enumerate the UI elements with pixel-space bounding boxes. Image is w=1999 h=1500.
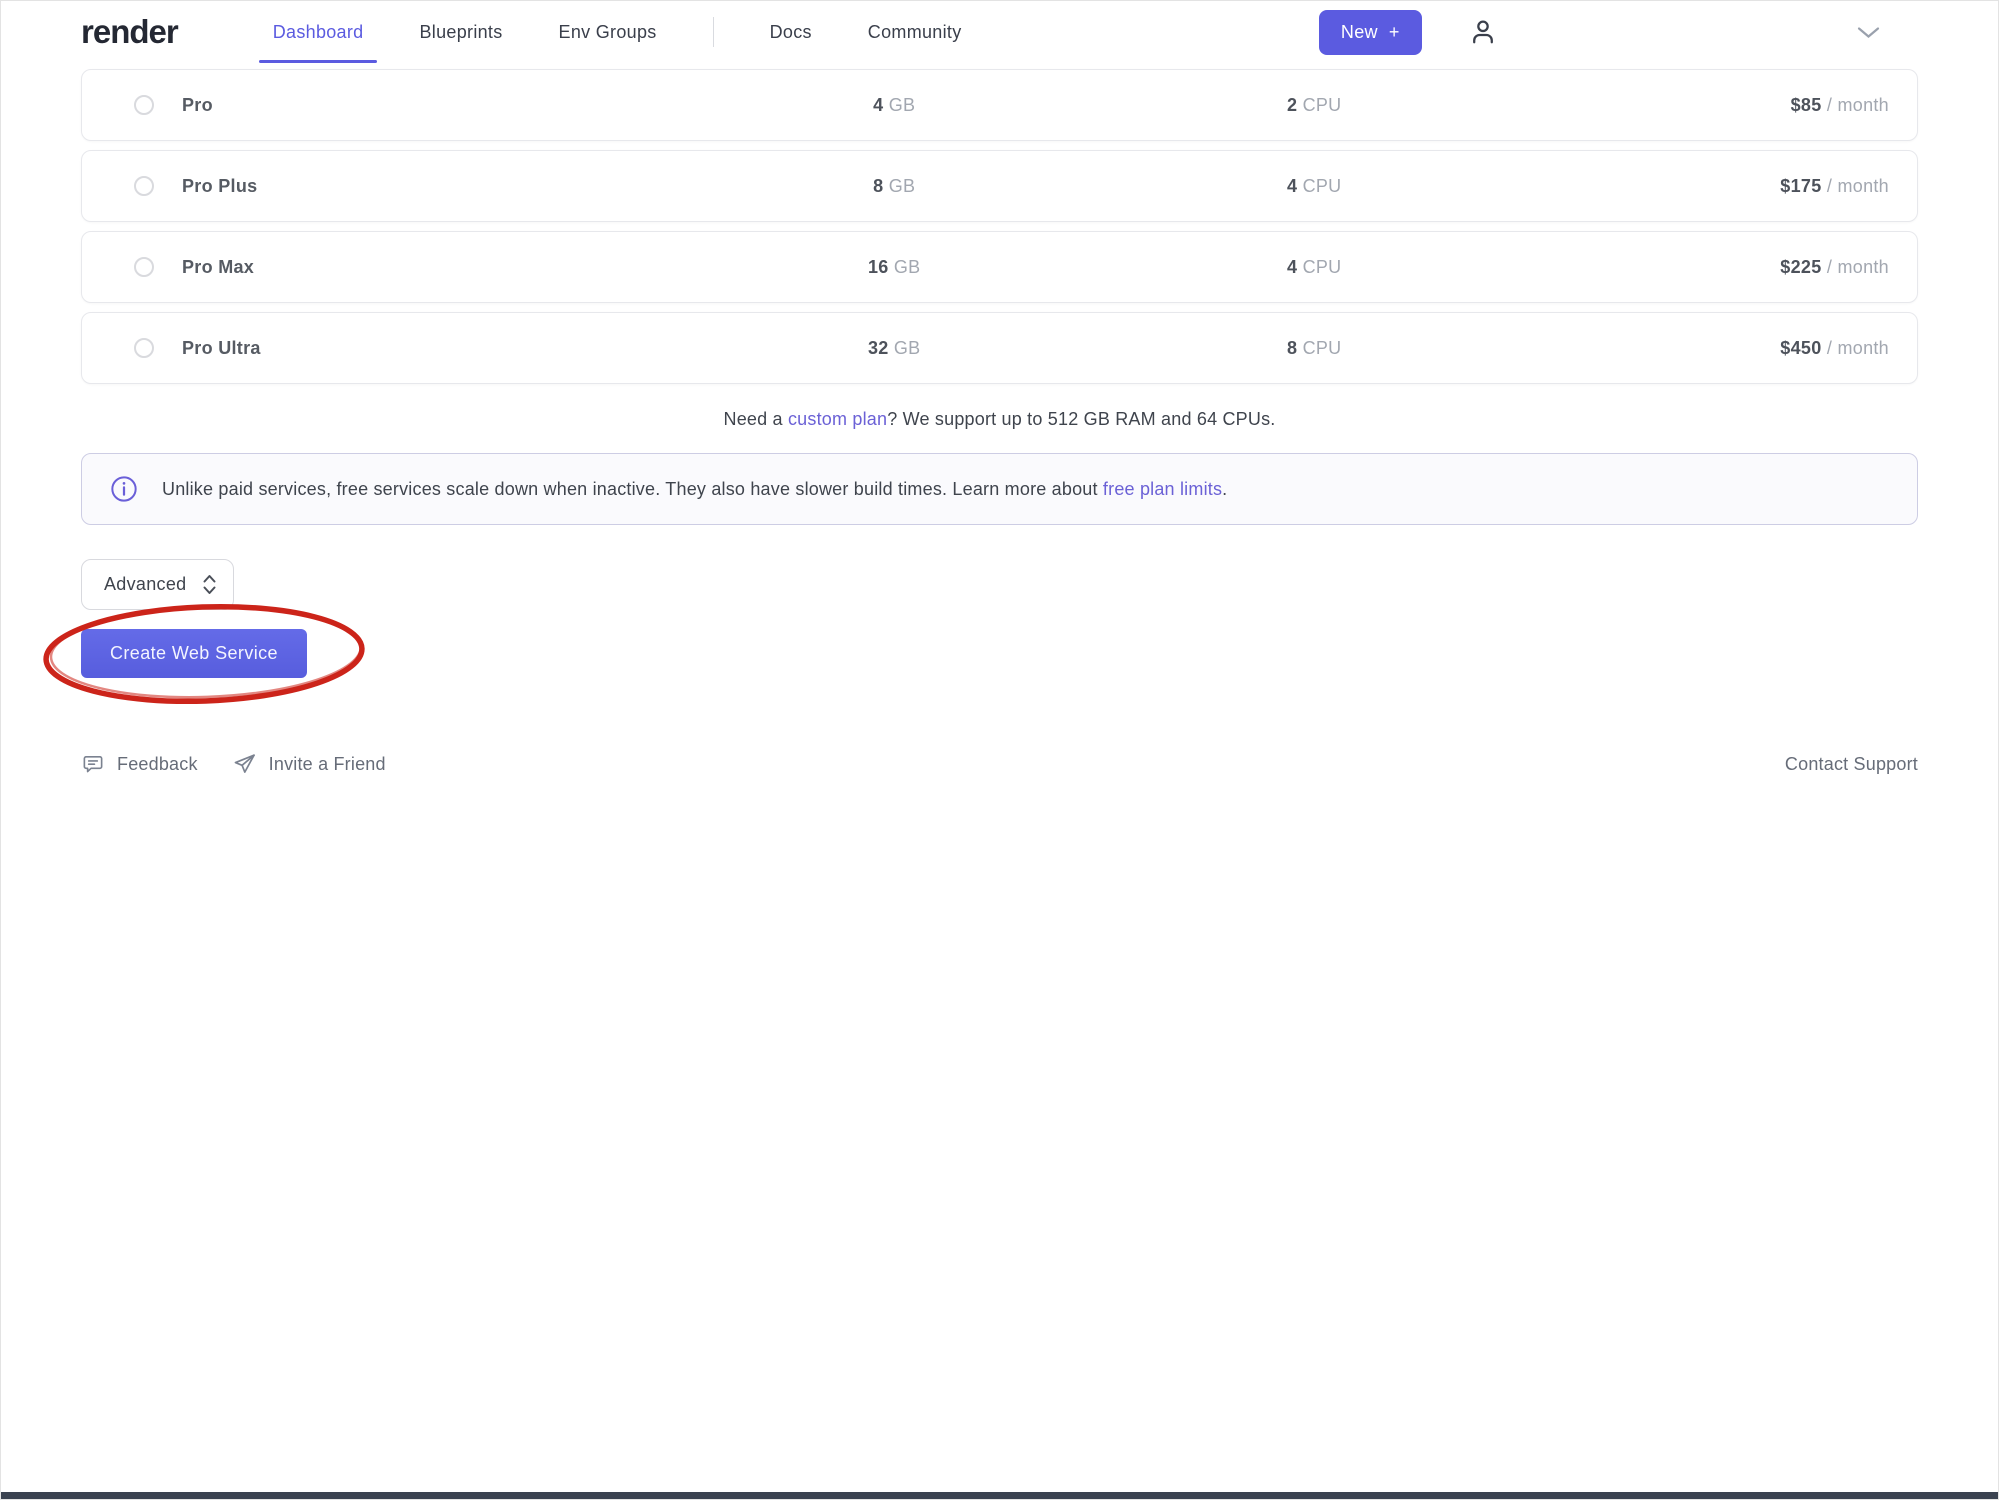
invite-friend-link[interactable]: Invite a Friend: [232, 752, 386, 776]
plan-ram: 4 GB: [684, 95, 1104, 116]
invite-friend-label: Invite a Friend: [269, 754, 386, 775]
plan-name: Pro Ultra: [154, 338, 684, 359]
app-window: render Dashboard Blueprints Env Groups D…: [0, 0, 1999, 1500]
primary-nav: Dashboard Blueprints Env Groups Docs Com…: [273, 1, 962, 63]
nav-env-groups[interactable]: Env Groups: [559, 1, 657, 63]
plan-list: Pro 4 GB 2 CPU $85 / month Pro Plus 8 GB…: [81, 69, 1918, 384]
nav-community[interactable]: Community: [868, 1, 962, 63]
render-logo[interactable]: render: [81, 13, 178, 51]
plan-radio-pro-plus[interactable]: [134, 176, 154, 196]
paper-plane-icon: [232, 752, 257, 776]
nav-docs[interactable]: Docs: [770, 1, 812, 63]
plan-ram: 16 GB: [684, 257, 1104, 278]
advanced-toggle[interactable]: Advanced: [81, 559, 234, 610]
plan-ram: 32 GB: [684, 338, 1104, 359]
banner-text: Unlike paid services, free services scal…: [162, 479, 1227, 500]
chevron-down-icon[interactable]: [1857, 26, 1886, 39]
plan-selection-content: Pro 4 GB 2 CPU $85 / month Pro Plus 8 GB…: [1, 63, 1998, 776]
free-plan-banner: Unlike paid services, free services scal…: [81, 453, 1918, 525]
advanced-label: Advanced: [104, 574, 186, 595]
info-icon: [110, 475, 138, 503]
banner-text-main: Unlike paid services, free services scal…: [162, 479, 1103, 499]
expand-collapse-icon: [202, 573, 217, 596]
plan-row-pro-max[interactable]: Pro Max 16 GB 4 CPU $225 / month: [81, 231, 1918, 303]
nav-divider: [713, 17, 714, 47]
custom-plan-note: Need a custom plan? We support up to 512…: [81, 409, 1918, 430]
plan-cpu: 4 CPU: [1104, 257, 1524, 278]
page-footer: Feedback Invite a Friend Contact Support: [81, 752, 1918, 776]
plan-row-pro-ultra[interactable]: Pro Ultra 32 GB 8 CPU $450 / month: [81, 312, 1918, 384]
footer-left-links: Feedback Invite a Friend: [81, 752, 386, 776]
plan-radio-pro-max[interactable]: [134, 257, 154, 277]
plan-row-pro-plus[interactable]: Pro Plus 8 GB 4 CPU $175 / month: [81, 150, 1918, 222]
feedback-link[interactable]: Feedback: [81, 753, 198, 776]
plan-name: Pro Max: [154, 257, 684, 278]
plan-price: $225 / month: [1524, 257, 1917, 278]
contact-support-link[interactable]: Contact Support: [1785, 754, 1918, 775]
new-button-label: New: [1341, 22, 1378, 43]
plan-name: Pro: [154, 95, 684, 116]
create-web-service-button[interactable]: Create Web Service: [81, 629, 307, 678]
free-plan-limits-link[interactable]: free plan limits: [1103, 479, 1222, 499]
custom-plan-link[interactable]: custom plan: [788, 409, 887, 429]
banner-text-suffix: .: [1222, 479, 1227, 499]
plan-cpu: 4 CPU: [1104, 176, 1524, 197]
nav-blueprints[interactable]: Blueprints: [419, 1, 502, 63]
nav-dashboard[interactable]: Dashboard: [273, 1, 364, 63]
feedback-label: Feedback: [117, 754, 198, 775]
plan-price: $450 / month: [1524, 338, 1917, 359]
new-button[interactable]: New +: [1319, 10, 1422, 55]
plan-cpu: 8 CPU: [1104, 338, 1524, 359]
feedback-icon: [81, 753, 105, 776]
plan-cpu: 2 CPU: [1104, 95, 1524, 116]
top-nav: render Dashboard Blueprints Env Groups D…: [1, 1, 1998, 63]
plan-radio-pro[interactable]: [134, 95, 154, 115]
plan-name: Pro Plus: [154, 176, 684, 197]
plan-radio-pro-ultra[interactable]: [134, 338, 154, 358]
plus-icon: +: [1389, 22, 1400, 43]
account-icon[interactable]: [1466, 14, 1500, 50]
custom-plan-prefix: Need a: [724, 409, 788, 429]
plan-ram: 8 GB: [684, 176, 1104, 197]
plan-price: $175 / month: [1524, 176, 1917, 197]
plan-price: $85 / month: [1524, 95, 1917, 116]
plan-row-pro[interactable]: Pro 4 GB 2 CPU $85 / month: [81, 69, 1918, 141]
bottom-bar: [1, 1492, 1998, 1499]
custom-plan-suffix: ? We support up to 512 GB RAM and 64 CPU…: [887, 409, 1275, 429]
create-web-service-area: Create Web Service: [81, 629, 307, 678]
